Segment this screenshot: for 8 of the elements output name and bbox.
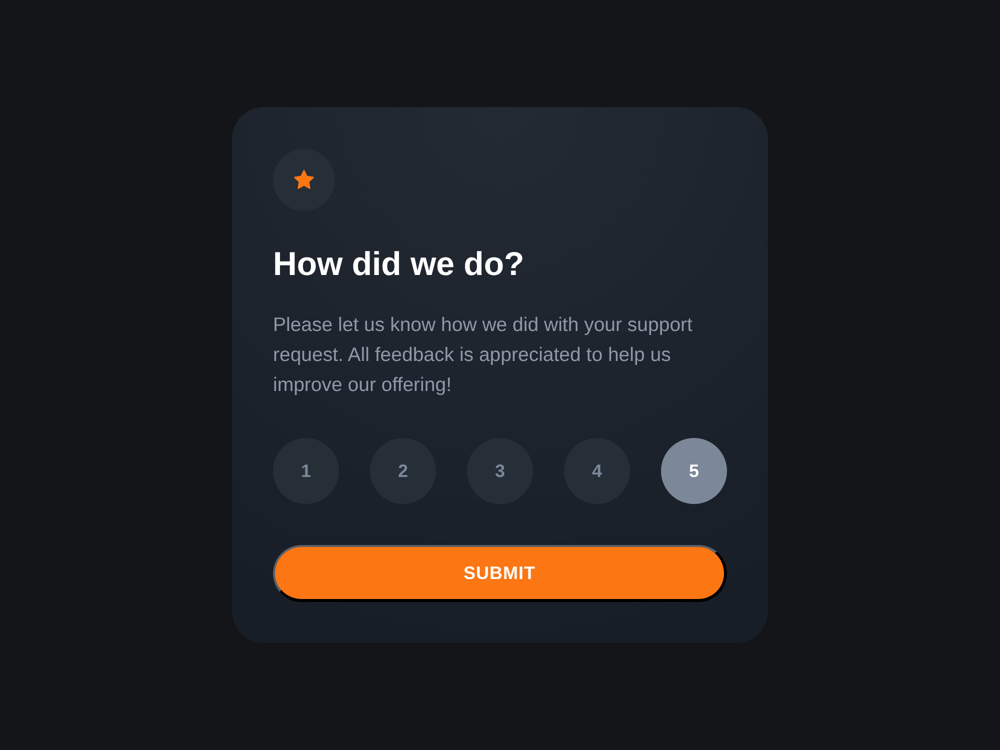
card-description: Please let us know how we did with your support request. All feedback is appreciated to help us improve our offering! [273, 313, 694, 398]
rating-option[interactable]: 1 [273, 438, 339, 504]
card-title: How did we do? [273, 244, 524, 284]
rating-option[interactable]: 4 [564, 438, 630, 504]
submit-button[interactable]: SUBMIT [273, 545, 727, 602]
rating-option[interactable]: 3 [467, 438, 533, 504]
rating-option[interactable]: 5 [661, 438, 727, 504]
rating-option[interactable]: 2 [370, 438, 436, 504]
